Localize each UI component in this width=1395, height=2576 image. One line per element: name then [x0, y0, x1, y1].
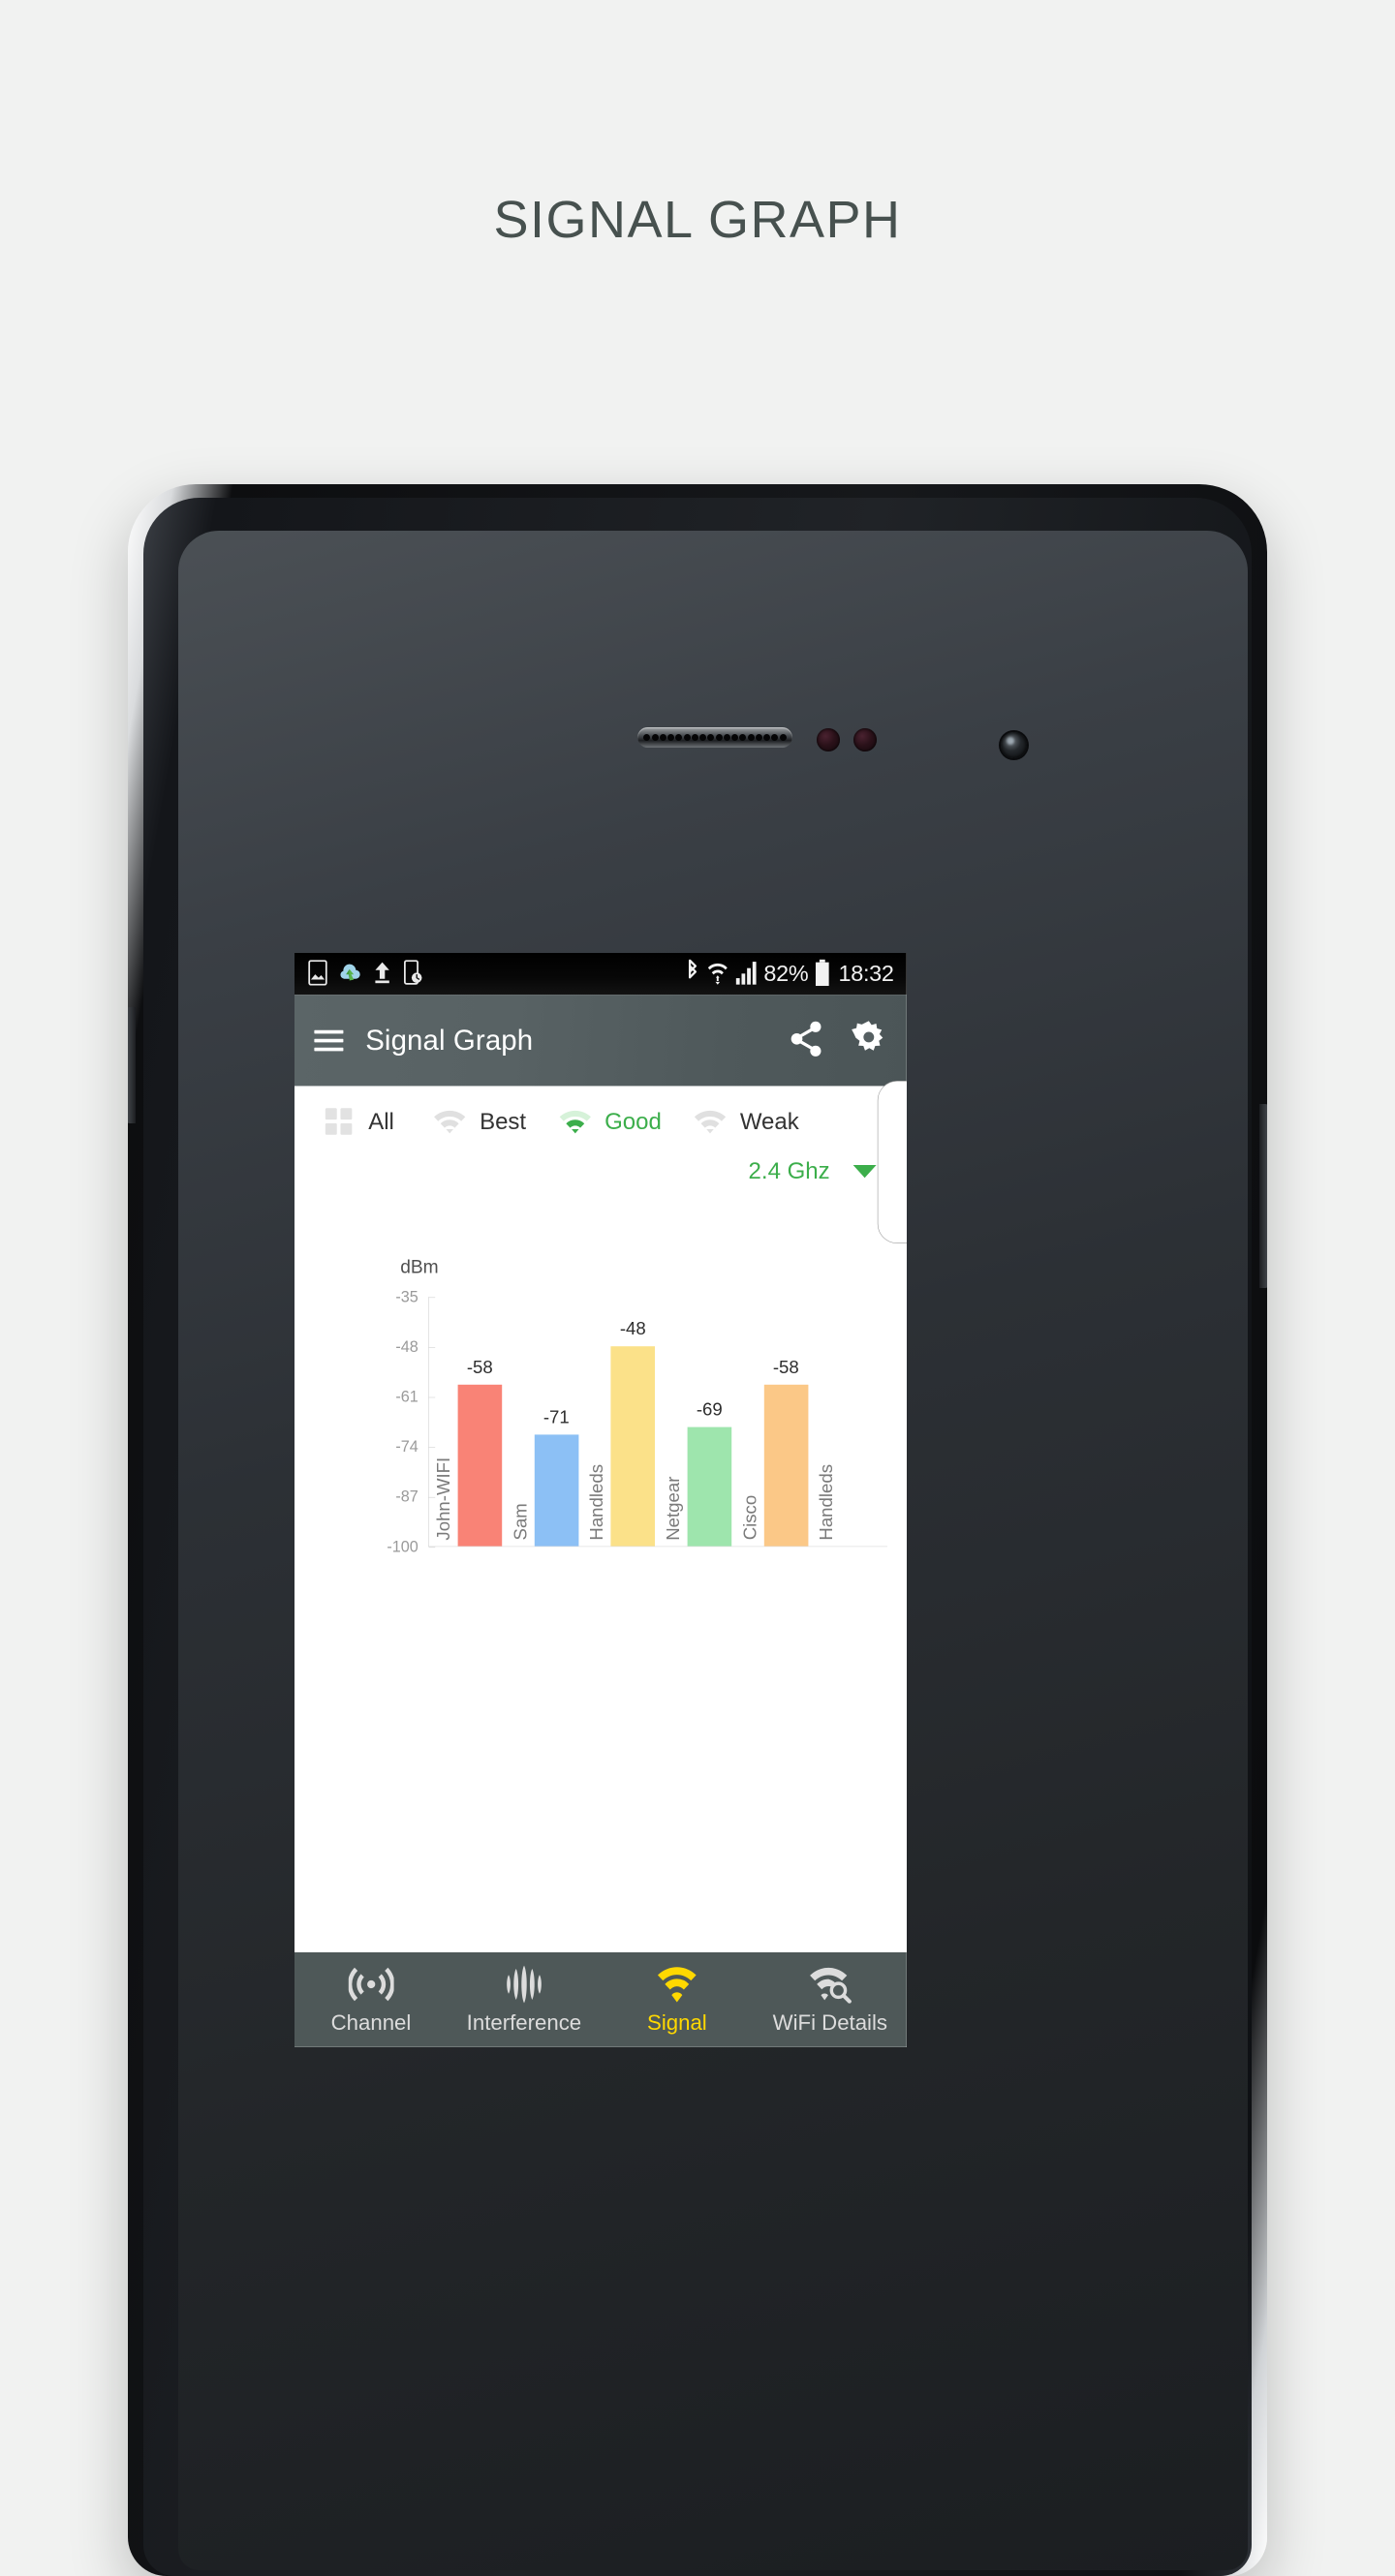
chevron-down-icon[interactable]	[852, 1164, 877, 1178]
front-camera-icon	[1001, 732, 1027, 758]
side-panel-outline	[877, 1081, 907, 1243]
nav-item-channel[interactable]: Channel	[294, 1965, 448, 2035]
phone-device-frame: 82% 18:32 Signal Graph All Best Good Wea…	[128, 484, 1267, 2576]
bluetooth-icon	[685, 959, 700, 989]
phone-glass-panel: 82% 18:32 Signal Graph All Best Good Wea…	[178, 531, 1248, 2570]
gear-icon[interactable]	[851, 1021, 886, 1059]
chart-bar[interactable]	[610, 1346, 656, 1547]
nav-item-interference-label: Interference	[466, 2009, 582, 2035]
upload-arrow-icon	[372, 961, 391, 988]
filter-all-label: All	[368, 1108, 394, 1134]
status-bar-clock: 18:32	[838, 961, 894, 987]
wifi-icon	[656, 1965, 698, 2004]
cellular-signal-icon	[735, 960, 758, 988]
chart-bar-category-label: Netgear	[663, 1476, 684, 1541]
chart-bar[interactable]	[763, 1384, 809, 1547]
chart-y-tick: -61	[395, 1388, 436, 1406]
wifi-search-icon	[808, 1965, 852, 2004]
chart-bar-value-label: -58	[772, 1357, 799, 1378]
chart-bar[interactable]	[687, 1426, 732, 1547]
broadcast-icon	[348, 1965, 394, 2004]
nav-item-wifi-details[interactable]: WiFi Details	[754, 1965, 907, 2035]
chart-bar-group[interactable]: Handleds	[816, 1297, 884, 1547]
filter-good-label: Good	[604, 1108, 662, 1134]
filter-best-label: Best	[480, 1108, 527, 1134]
power-button[interactable]	[1259, 1104, 1267, 1288]
chart-bar-category-label: Sam	[510, 1503, 531, 1541]
battery-percent-label: 82%	[763, 961, 809, 987]
chart-y-tick: -35	[395, 1288, 436, 1306]
earpiece-speaker-grille	[637, 727, 792, 748]
phone-bezel: 82% 18:32 Signal Graph All Best Good Wea…	[143, 498, 1252, 2576]
chart-bar-category-label: Handleds	[586, 1464, 607, 1541]
nav-item-interference[interactable]: Interference	[448, 1965, 601, 2035]
filter-weak-label: Weak	[739, 1108, 799, 1134]
nav-item-signal-label: Signal	[647, 2009, 707, 2035]
weather-cloud-icon	[338, 961, 362, 987]
wifi-icon	[692, 1107, 728, 1136]
filter-good[interactable]: Good	[556, 1107, 662, 1136]
chart-plot-area: -35 -48 -61 -74 -87 -100 -58 John-WIFI -71 Sam -4…	[387, 1288, 887, 1555]
phone-screen: 82% 18:32 Signal Graph All Best Good Wea…	[294, 953, 907, 2047]
chart-y-axis-label: dBm	[400, 1256, 439, 1277]
hamburger-menu-icon[interactable]	[314, 1029, 344, 1052]
status-bar: 82% 18:32	[294, 953, 907, 996]
wifi-icon	[431, 1107, 468, 1136]
signal-filter-row: All Best Good Weak	[294, 1086, 907, 1136]
wifi-icon	[556, 1107, 593, 1136]
chart-bar-group[interactable]: -58 John-WIFI	[433, 1297, 503, 1547]
proximity-sensor-icon	[817, 728, 840, 751]
page-title: SIGNAL GRAPH	[493, 191, 902, 249]
app-bar-title: Signal Graph	[365, 1025, 534, 1057]
filter-best[interactable]: Best	[431, 1107, 526, 1136]
chart-bar[interactable]	[457, 1384, 503, 1547]
filter-weak[interactable]: Weak	[692, 1107, 799, 1136]
device-clock-icon	[402, 959, 423, 988]
chart-bar[interactable]	[534, 1434, 579, 1547]
filter-all[interactable]: All	[320, 1107, 394, 1136]
grid-icon	[320, 1107, 356, 1136]
chart-bar-group[interactable]: -71 Sam	[510, 1297, 579, 1547]
chart-bar-group[interactable]: -58 Cisco	[739, 1297, 809, 1547]
nav-item-channel-label: Channel	[330, 2009, 412, 2035]
band-selector[interactable]: 2.4 Ghz	[294, 1136, 907, 1184]
chart-bar-value-label: -58	[466, 1357, 493, 1378]
battery-icon	[815, 959, 830, 989]
signal-chart: dBm -35 -48 -61 -74 -87 -100 -58 John-WIFI -71 S…	[294, 1256, 907, 1610]
band-selector-value[interactable]: 2.4 Ghz	[749, 1158, 830, 1184]
chart-y-tick: -74	[395, 1438, 436, 1457]
chart-bar-group[interactable]: -48 Handleds	[586, 1297, 656, 1547]
bottom-navigation-bar: Channel Interference Signal WiFi Details	[294, 1952, 907, 2047]
chart-y-tick: -48	[395, 1338, 436, 1357]
chart-bar-value-label: -48	[619, 1318, 646, 1339]
chart-y-tick: -100	[387, 1538, 436, 1556]
share-icon[interactable]	[790, 1021, 824, 1059]
volume-button[interactable]	[128, 1007, 136, 1123]
chart-bars: -58 John-WIFI -71 Sam -48 Handleds -69 Netgear -…	[429, 1297, 887, 1547]
nav-item-signal[interactable]: Signal	[601, 1965, 754, 2035]
app-bar: Signal Graph	[294, 995, 907, 1087]
chart-y-tick: -87	[395, 1487, 436, 1506]
screenshot-icon	[307, 959, 328, 988]
chart-bar-value-label: -69	[696, 1398, 723, 1420]
chart-bar-category-label: John-WIFI	[433, 1457, 454, 1541]
chart-bar-category-label: Handleds	[816, 1464, 837, 1541]
chart-bar-value-label: -71	[542, 1406, 570, 1427]
wifi-icon	[707, 959, 729, 989]
interference-icon	[503, 1965, 545, 2004]
chart-bar-group[interactable]: -69 Netgear	[663, 1297, 732, 1547]
light-sensor-icon	[853, 728, 877, 751]
chart-bar-category-label: Cisco	[739, 1495, 760, 1541]
nav-item-wifi-details-label: WiFi Details	[772, 2009, 888, 2035]
